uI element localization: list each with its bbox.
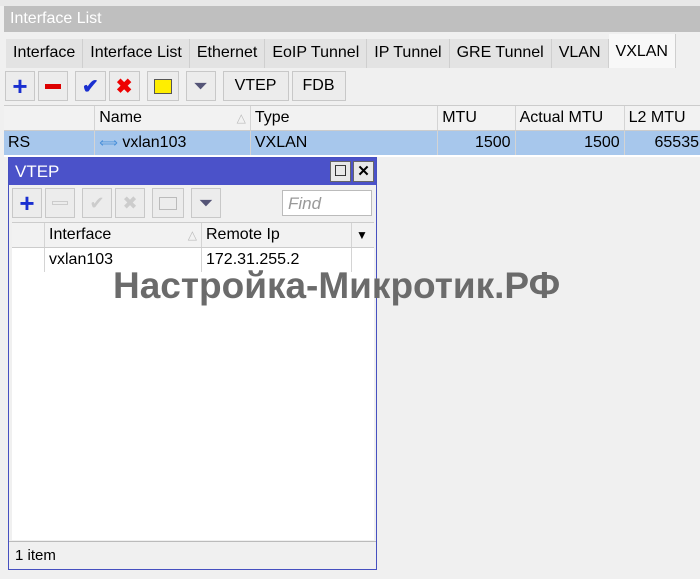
comment-button[interactable] xyxy=(146,71,179,101)
tab-ethernet[interactable]: Ethernet xyxy=(189,39,266,68)
vtep-disable-button[interactable]: ✖ xyxy=(115,188,145,218)
note-icon xyxy=(159,196,177,210)
close-button[interactable]: ✕ xyxy=(353,161,374,182)
column-menu-button[interactable]: ▼ xyxy=(352,223,374,247)
vxlan-icon: ⟺ xyxy=(99,135,118,150)
enable-button[interactable]: ✔ xyxy=(75,71,106,101)
plus-icon: + xyxy=(19,188,35,218)
col-name[interactable]: Name △ xyxy=(95,106,251,130)
cell-mtu: 1500 xyxy=(438,131,516,155)
tab-bar: Interface Interface List Ethernet EoIP T… xyxy=(6,34,676,68)
col-l2-mtu[interactable]: L2 MTU xyxy=(625,106,700,130)
watermark: Настройка-Микротик.РФ xyxy=(113,265,561,306)
filter-icon: ⏷ xyxy=(193,75,208,96)
col-flag[interactable] xyxy=(12,223,45,247)
check-icon: ✔ xyxy=(89,192,105,213)
vtep-button[interactable]: VTEP xyxy=(222,71,289,101)
col-name-label: Name xyxy=(99,109,142,126)
vtep-add-button[interactable]: + xyxy=(12,188,42,218)
col-remote-ip[interactable]: Remote Ip xyxy=(202,223,352,247)
cell-type: VXLAN xyxy=(251,131,439,155)
tab-interface[interactable]: Interface xyxy=(6,39,84,68)
cell-actual-mtu: 1500 xyxy=(516,131,625,155)
filter-icon: ⏷ xyxy=(198,192,214,213)
add-button[interactable]: + xyxy=(5,71,35,101)
vtep-remove-button[interactable] xyxy=(45,188,75,218)
vtep-title: VTEP xyxy=(15,162,60,181)
find-input[interactable]: Find xyxy=(282,190,372,216)
vtep-enable-button[interactable]: ✔ xyxy=(82,188,112,218)
cell-name-text: vxlan103 xyxy=(122,134,187,151)
sort-asc-icon: △ xyxy=(187,228,197,242)
col-flag[interactable] xyxy=(4,106,96,130)
fdb-button[interactable]: FDB xyxy=(291,71,346,101)
x-icon: ✖ xyxy=(115,75,133,98)
window-title: Interface List xyxy=(4,6,700,32)
tab-interface-list[interactable]: Interface List xyxy=(83,39,190,68)
close-icon: ✕ xyxy=(357,163,370,180)
dropdown-arrow-icon: ▼ xyxy=(356,228,368,242)
plus-icon: + xyxy=(12,71,28,101)
vtep-comment-button[interactable] xyxy=(152,188,184,218)
minus-icon xyxy=(45,83,61,89)
cell-l2-mtu: 65535 xyxy=(625,131,700,155)
tab-ip-tunnel[interactable]: IP Tunnel xyxy=(367,39,450,68)
x-icon: ✖ xyxy=(122,192,138,213)
maximize-icon: ☐ xyxy=(333,163,348,180)
col-mtu[interactable]: MTU xyxy=(438,106,516,130)
col-interface-label: Interface xyxy=(49,226,112,243)
tab-eoip-tunnel[interactable]: EoIP Tunnel xyxy=(265,39,368,68)
interface-table: Name △ Type MTU Actual MTU L2 MTU RS ⟺ vx… xyxy=(4,105,700,157)
vtep-filter-button[interactable]: ⏷ xyxy=(191,188,221,218)
sort-asc-icon: △ xyxy=(236,111,246,125)
check-icon: ✔ xyxy=(82,75,99,98)
tab-vxlan[interactable]: VXLAN xyxy=(608,34,676,68)
disable-button[interactable]: ✖ xyxy=(108,71,140,101)
remove-button[interactable] xyxy=(38,71,68,101)
vtep-title-bar[interactable]: VTEP ☐ ✕ xyxy=(9,158,376,185)
tab-gre-tunnel[interactable]: GRE Tunnel xyxy=(449,39,552,68)
maximize-button[interactable]: ☐ xyxy=(330,161,351,182)
vtep-window: VTEP ☐ ✕ + ✔ ✖ ⏷ Find Interface △ Remote … xyxy=(8,157,377,570)
toolbar: + ✔ ✖ ⏷ VTEP FDB xyxy=(5,71,346,101)
table-row[interactable]: RS ⟺ vxlan103 VXLAN 1500 1500 65535 xyxy=(4,131,700,155)
cell-flag xyxy=(12,248,45,272)
cell-flag: RS xyxy=(4,131,96,155)
col-type[interactable]: Type xyxy=(251,106,439,130)
col-actual-mtu[interactable]: Actual MTU xyxy=(516,106,625,130)
minus-icon xyxy=(52,201,68,205)
note-icon xyxy=(153,78,172,94)
col-interface[interactable]: Interface △ xyxy=(45,223,202,247)
cell-name: ⟺ vxlan103 xyxy=(95,131,251,155)
tab-vlan[interactable]: VLAN xyxy=(551,39,609,68)
filter-button[interactable]: ⏷ xyxy=(185,71,216,101)
status-bar: 1 item xyxy=(9,541,376,569)
